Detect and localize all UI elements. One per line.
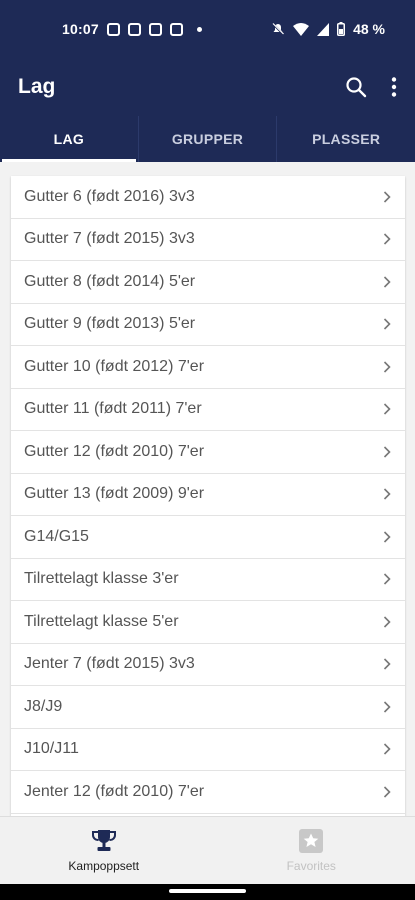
list-item-label: J8/J9 [24,697,63,715]
list-item[interactable]: J8/J9 [11,686,405,729]
chevron-right-icon [383,361,391,373]
list-item-label: Gutter 6 (født 2016) 3v3 [24,187,195,205]
system-icons: 48 % [271,21,385,37]
list-item[interactable]: Gutter 10 (født 2012) 7'er [11,346,405,389]
list-item-label: Gutter 8 (født 2014) 5'er [24,272,196,290]
status-bar: 10:07 48 % [0,0,415,58]
list-item-label: Tilrettelagt klasse 5'er [24,612,179,630]
list-item-label: Gutter 9 (født 2013) 5'er [24,315,196,333]
list-item-label: Gutter 12 (født 2010) 7'er [24,442,205,460]
chevron-right-icon [383,701,391,713]
chevron-right-icon [383,658,391,670]
list-item[interactable]: Gutter 6 (født 2016) 3v3 [11,176,405,219]
list-item-label: Gutter 13 (født 2009) 9'er [24,485,205,503]
tab-bar: LAG GRUPPER PLASSER [0,116,415,162]
nav-item-label: Kampoppsett [68,858,140,873]
chevron-right-icon [383,446,391,458]
list-item[interactable]: Tilrettelagt klasse 3'er [11,559,405,601]
chevron-right-icon [383,233,391,245]
nav-item-favorites[interactable]: Favorites [208,817,415,884]
tab-plasser[interactable]: PLASSER [276,116,415,162]
more-options-icon[interactable] [391,76,397,98]
chevron-right-icon [383,616,391,628]
list-item-label: Jenter 7 (født 2015) 3v3 [24,655,195,673]
list-item-label: Tilrettelagt klasse 3'er [24,570,179,588]
bottom-navigation: Kampoppsett Favorites [0,816,415,884]
nav-item-label: Favorites [286,858,336,873]
list-item[interactable]: Gutter 9 (født 2013) 5'er [11,304,405,346]
chevron-right-icon [383,743,391,755]
notification-icons [106,22,202,36]
page-title: Lag [18,75,56,98]
notification-icon [127,22,141,36]
trophy-icon [91,829,116,851]
star-icon [299,828,324,853]
list-item-label: G14/G15 [24,527,89,545]
list-item[interactable]: Gutter 8 (født 2014) 5'er [11,261,405,304]
nav-item-kampoppsett[interactable]: Kampoppsett [0,817,208,884]
list-item[interactable]: Tilrettelagt klasse 5'er [11,601,405,644]
list-item[interactable]: Gutter 13 (født 2009) 9'er [11,474,405,516]
notification-icon [148,22,162,36]
list-item-label: J10/J11 [24,740,79,758]
instagram-icon [169,22,183,36]
list-item[interactable]: Gutter 7 (født 2015) 3v3 [11,219,405,261]
chevron-right-icon [383,276,391,288]
wifi-icon [293,22,310,36]
list-item[interactable]: Jenter 12 (født 2010) 7'er [11,771,405,814]
chevron-right-icon [383,573,391,585]
battery-percent: 48 % [353,21,385,37]
list-item[interactable]: Gutter 12 (født 2010) 7'er [11,431,405,474]
chevron-right-icon [383,403,391,415]
chevron-right-icon [383,488,391,500]
chevron-right-icon [383,531,391,543]
list-item-label: Gutter 7 (født 2015) 3v3 [24,230,195,248]
chevron-right-icon [383,786,391,798]
chevron-right-icon [383,318,391,330]
list-item-label: Jenter 12 (født 2010) 7'er [24,782,205,800]
battery-icon [337,22,346,36]
tab-grupper[interactable]: GRUPPER [137,116,277,162]
notification-icon [106,22,120,36]
more-notifications-icon [196,26,202,32]
list-item[interactable]: Gutter 11 (født 2011) 7'er [11,389,405,431]
chevron-right-icon [383,191,391,203]
list-item-label: Gutter 10 (født 2012) 7'er [24,357,205,375]
mute-icon [272,23,285,35]
list-item[interactable]: Jenter 7 (født 2015) 3v3 [11,644,405,686]
app-bar: Lag [0,58,415,116]
list-item-label: Gutter 11 (født 2011) 7'er [24,400,202,418]
team-list: Gutter 6 (født 2016) 3v3 Gutter 7 (født … [11,176,405,816]
status-time: 10:07 [62,21,99,37]
signal-icon [317,22,330,36]
list-item[interactable]: G14/G15 [11,516,405,559]
home-indicator[interactable] [169,889,246,893]
search-icon[interactable] [345,76,367,98]
tab-lag[interactable]: LAG [0,116,138,162]
list-item[interactable]: J10/J11 [11,729,405,771]
gesture-bar [0,884,415,900]
